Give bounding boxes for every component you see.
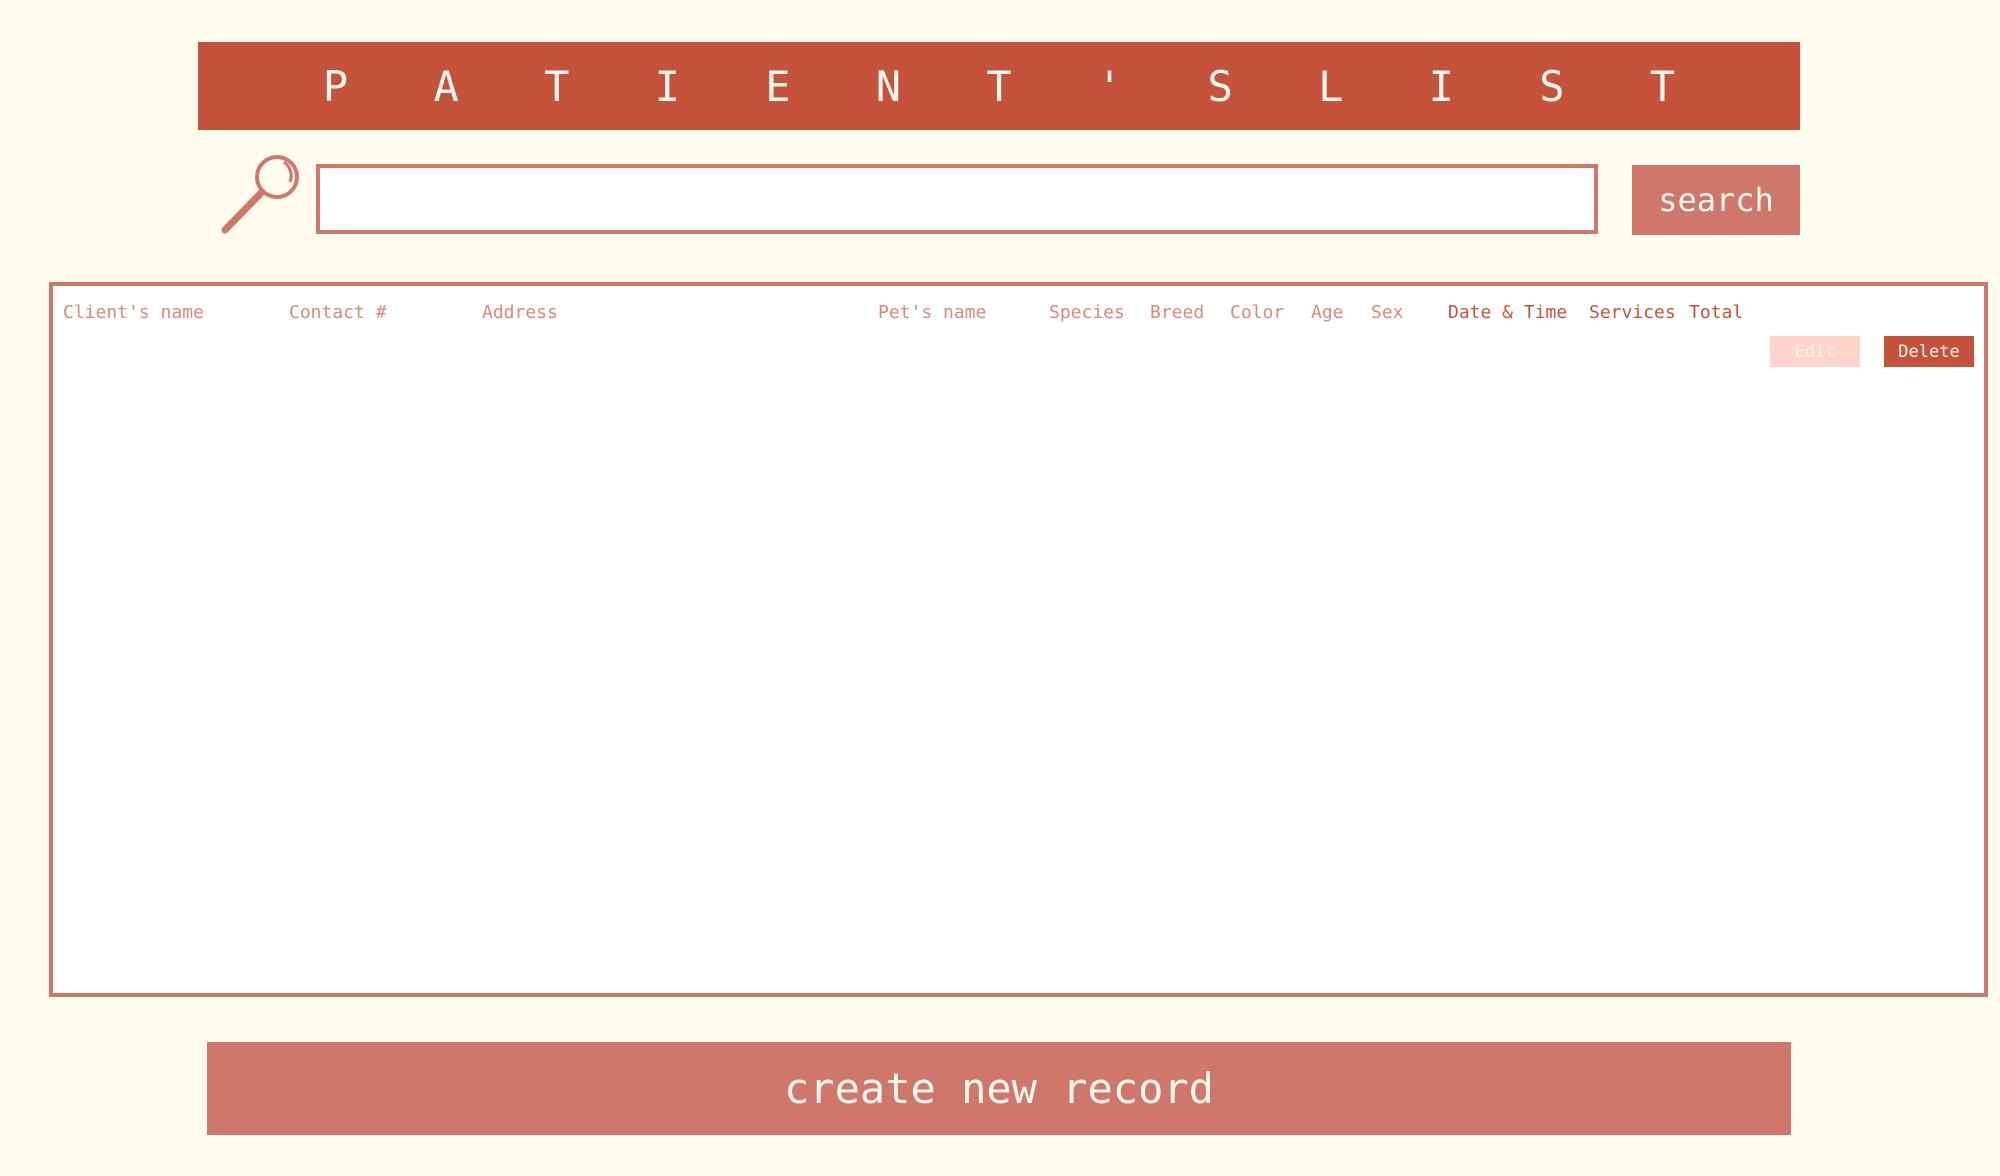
- patient-table[interactable]: Client's name Contact # Address Pet's na…: [49, 282, 1988, 997]
- column-header-date-time: Date & Time: [1448, 302, 1568, 323]
- column-header-species: Species: [1049, 302, 1125, 323]
- search-input[interactable]: [316, 164, 1598, 234]
- column-header-breed: Breed: [1150, 302, 1205, 323]
- column-header-address: Address: [482, 302, 558, 323]
- page-title: P A T I E N T ' S L I S T: [322, 61, 1706, 111]
- column-header-client-name: Client's name: [63, 302, 204, 323]
- page-header: P A T I E N T ' S L I S T: [198, 42, 1800, 130]
- magnifying-glass-icon: [218, 150, 308, 240]
- column-header-total: Total: [1689, 302, 1744, 323]
- edit-button[interactable]: Edit: [1770, 336, 1860, 367]
- search-button[interactable]: search: [1632, 165, 1800, 235]
- column-header-pet-name: Pet's name: [878, 302, 987, 323]
- column-header-color: Color: [1230, 302, 1285, 323]
- column-header-services: Services: [1589, 302, 1676, 323]
- delete-button[interactable]: Delete: [1884, 336, 1974, 367]
- column-header-contact: Contact #: [289, 302, 387, 323]
- column-header-sex: Sex: [1371, 302, 1404, 323]
- column-header-age: Age: [1311, 302, 1344, 323]
- create-new-record-button[interactable]: create new record: [207, 1042, 1791, 1135]
